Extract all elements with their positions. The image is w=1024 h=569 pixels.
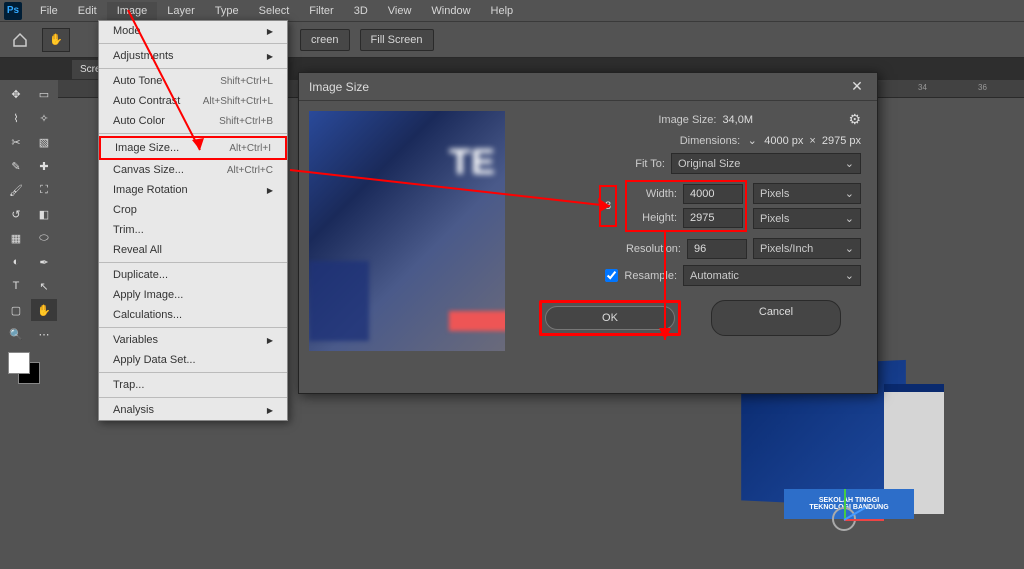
menu-image-rotation[interactable]: Image Rotation▶ xyxy=(99,180,287,200)
hand-tool-icon[interactable]: ✋ xyxy=(31,299,57,321)
gear-icon[interactable]: ⚙ xyxy=(848,111,861,128)
eraser-tool-icon[interactable]: ◧ xyxy=(31,203,57,225)
width-input[interactable] xyxy=(683,184,743,204)
menu-duplicate[interactable]: Duplicate... xyxy=(99,265,287,285)
blur-tool-icon[interactable]: ⬭ xyxy=(31,227,57,249)
pen-tool-icon[interactable]: ✒ xyxy=(31,251,57,273)
dialog-titlebar[interactable]: Image Size ✕ xyxy=(299,73,877,101)
image-size-label: Image Size: xyxy=(658,114,716,126)
history-tool-icon[interactable]: ↺ xyxy=(3,203,29,225)
image-menu-dropdown: Mode▶ Adjustments▶ Auto ToneShift+Ctrl+L… xyxy=(98,20,288,421)
menu-auto-contrast[interactable]: Auto ContrastAlt+Shift+Ctrl+L xyxy=(99,91,287,111)
menu-layer[interactable]: Layer xyxy=(157,2,205,20)
menu-adjustments[interactable]: Adjustments▶ xyxy=(99,46,287,66)
type-tool-icon[interactable]: T xyxy=(3,275,29,297)
menu-canvas-size[interactable]: Canvas Size...Alt+Ctrl+C xyxy=(99,160,287,180)
width-unit-select[interactable]: Pixels⌄ xyxy=(753,183,861,204)
zoom-tool-icon[interactable]: 🔍 xyxy=(3,323,29,345)
preview-thumbnail: TE xyxy=(309,111,505,351)
menu-file[interactable]: File xyxy=(30,2,68,20)
menu-auto-tone[interactable]: Auto ToneShift+Ctrl+L xyxy=(99,71,287,91)
resample-label: Resample: xyxy=(624,270,677,282)
fit-to-label: Fit To: xyxy=(635,158,665,170)
menu-trim[interactable]: Trim... xyxy=(99,220,287,240)
menu-edit[interactable]: Edit xyxy=(68,2,107,20)
ok-button[interactable]: OK xyxy=(545,306,675,330)
menu-mode[interactable]: Mode▶ xyxy=(99,21,287,41)
image-size-dialog: Image Size ✕ TE Image Size: 34,0M ⚙ Dime… xyxy=(298,72,878,394)
wand-tool-icon[interactable]: ✧ xyxy=(31,107,57,129)
toolbox: ✥ ▭ ⌇ ✧ ✂ ▧ ✎ ✚ 🖌 ⛶ ↺ ◧ ▦ ⬭ ◐ ✒ T ↖ ▢ ✋ … xyxy=(0,80,58,394)
height-unit-select[interactable]: Pixels⌄ xyxy=(753,208,861,229)
crop-tool-icon[interactable]: ✂ xyxy=(3,131,29,153)
menu-apply-dataset[interactable]: Apply Data Set... xyxy=(99,350,287,370)
gradient-tool-icon[interactable]: ▦ xyxy=(3,227,29,249)
menu-trap[interactable]: Trap... xyxy=(99,375,287,395)
menu-type[interactable]: Type xyxy=(205,2,249,20)
menu-help[interactable]: Help xyxy=(481,2,524,20)
fit-screen-button[interactable]: creen xyxy=(300,29,350,51)
lasso-tool-icon[interactable]: ⌇ xyxy=(3,107,29,129)
cancel-button[interactable]: Cancel xyxy=(711,300,841,336)
menu-window[interactable]: Window xyxy=(421,2,480,20)
image-size-value: 34,0M xyxy=(722,114,842,126)
color-swatches[interactable] xyxy=(8,352,48,392)
stamp-tool-icon[interactable]: ⛶ xyxy=(31,179,57,201)
fit-to-select[interactable]: Original Size⌄ xyxy=(671,153,861,174)
heal-tool-icon[interactable]: ✚ xyxy=(31,155,57,177)
resolution-input[interactable] xyxy=(687,239,747,259)
dimensions-label: Dimensions: xyxy=(680,135,741,147)
menu-3d[interactable]: 3D xyxy=(344,2,378,20)
ruler-mark: 36 xyxy=(978,83,987,92)
close-icon[interactable]: ✕ xyxy=(847,77,867,97)
menu-image[interactable]: Image xyxy=(107,2,158,20)
chevron-down-icon[interactable]: ⌄ xyxy=(746,134,758,147)
menubar: Ps File Edit Image Layer Type Select Fil… xyxy=(0,0,1024,22)
marquee-tool-icon[interactable]: ▭ xyxy=(31,83,57,105)
app-logo: Ps xyxy=(4,2,22,20)
menu-select[interactable]: Select xyxy=(249,2,300,20)
resample-checkbox[interactable] xyxy=(605,269,618,282)
axis-gizmo-icon[interactable] xyxy=(814,489,874,549)
menu-filter[interactable]: Filter xyxy=(299,2,343,20)
eyedropper-tool-icon[interactable]: ✎ xyxy=(3,155,29,177)
resample-select[interactable]: Automatic⌄ xyxy=(683,265,861,286)
menu-image-size[interactable]: Image Size...Alt+Ctrl+I xyxy=(99,136,287,160)
menu-analysis[interactable]: Analysis▶ xyxy=(99,400,287,420)
menu-view[interactable]: View xyxy=(378,2,422,20)
menu-apply-image[interactable]: Apply Image... xyxy=(99,285,287,305)
more-tool-icon[interactable]: ⋯ xyxy=(31,323,57,345)
height-label: Height: xyxy=(629,212,677,224)
brush-tool-icon[interactable]: 🖌 xyxy=(3,179,29,201)
link-constrain-icon[interactable]: 8 xyxy=(599,185,617,227)
shape-tool-icon[interactable]: ▢ xyxy=(3,299,29,321)
menu-variables[interactable]: Variables▶ xyxy=(99,330,287,350)
menu-crop[interactable]: Crop xyxy=(99,200,287,220)
path-tool-icon[interactable]: ↖ xyxy=(31,275,57,297)
foreground-swatch[interactable] xyxy=(8,352,30,374)
move-tool-icon[interactable]: ✥ xyxy=(3,83,29,105)
resolution-label: Resolution: xyxy=(626,243,681,255)
home-icon[interactable] xyxy=(8,28,32,52)
ruler-mark: 34 xyxy=(918,83,927,92)
resolution-unit-select[interactable]: Pixels/Inch⌄ xyxy=(753,238,861,259)
hand-tool-icon[interactable]: ✋ xyxy=(42,28,70,52)
menu-reveal-all[interactable]: Reveal All xyxy=(99,240,287,260)
dodge-tool-icon[interactable]: ◐ xyxy=(3,251,29,273)
frame-tool-icon[interactable]: ▧ xyxy=(31,131,57,153)
menu-auto-color[interactable]: Auto ColorShift+Ctrl+B xyxy=(99,111,287,131)
dim-width: 4000 px xyxy=(764,135,803,147)
menu-calculations[interactable]: Calculations... xyxy=(99,305,287,325)
width-label: Width: xyxy=(629,188,677,200)
dialog-title: Image Size xyxy=(309,80,369,94)
fill-screen-button[interactable]: Fill Screen xyxy=(360,29,434,51)
height-input[interactable] xyxy=(683,208,743,228)
dim-height: 2975 px xyxy=(822,135,861,147)
